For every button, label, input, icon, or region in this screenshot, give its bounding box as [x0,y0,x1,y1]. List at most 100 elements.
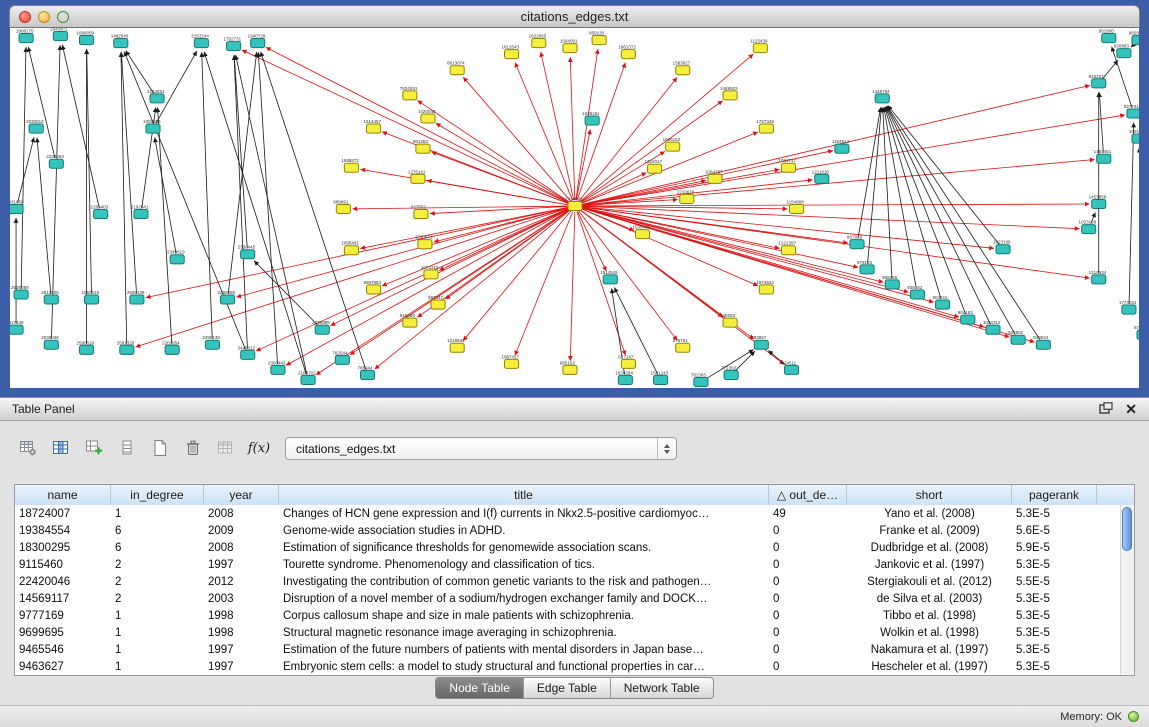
combo-arrows-icon[interactable] [657,438,676,459]
network-node[interactable]: 1950518 [82,290,100,304]
table-row[interactable]: 1456911722003Disruption of a novel membe… [15,590,1120,607]
network-node[interactable]: 2535026 [41,335,59,349]
tab-edge-table[interactable]: Edge Table [524,678,611,698]
network-node[interactable]: 2505139 [127,290,145,304]
network-node[interactable]: 1664091 [560,39,578,53]
network-node[interactable]: 1581243 [651,370,669,384]
network-node[interactable]: 924502 [1008,330,1025,344]
delete-icon[interactable] [181,436,205,460]
table-row[interactable]: 1872400712008Changes of HCN gene express… [15,505,1120,522]
network-node[interactable]: 1453958 [1089,194,1107,208]
network-graph[interactable]: 1724093115480812213971974543745083875751… [10,28,1139,388]
network-node[interactable]: 1091747 [778,158,796,172]
network-node[interactable]: 1067427 [501,354,519,368]
network-node[interactable]: 677147 [618,354,635,368]
network-node[interactable]: 1961372 [618,45,636,59]
table-row[interactable]: 911546021997Tourette syndrome. Phenomeno… [15,556,1120,573]
network-node[interactable]: 2417448 [10,320,24,334]
network-node[interactable]: 989691 [333,199,350,213]
scrollbar-thumb[interactable] [1122,507,1132,551]
table-row[interactable]: 2242004622012Investigating the contribut… [15,573,1120,590]
network-node[interactable]: 781363 [691,372,708,386]
new-column-icon[interactable] [82,436,106,460]
network-node[interactable]: 1724093 [565,196,583,210]
column-header-title[interactable]: title [279,485,769,505]
network-node[interactable]: 2262691 [147,89,165,103]
network-node[interactable]: 2590518 [76,340,94,354]
network-node[interactable]: 2043871 [50,28,68,41]
network-node[interactable]: 1489503 [720,86,738,100]
network-node[interactable]: 2030512 [26,119,44,133]
network-node[interactable]: 2265403 [91,205,109,219]
network-node[interactable]: 1931056 [10,199,24,213]
network-node[interactable]: 2260659 [217,290,235,304]
column-header-out_de[interactable]: △ out_de… [769,485,847,505]
network-node[interactable]: 1004312 [983,320,1001,334]
network-node[interactable]: 1797349 [756,119,774,133]
network-node[interactable]: 1535445 [632,225,650,239]
network-node[interactable]: 677354 [1134,325,1139,339]
network-node[interactable]: 1230671 [415,235,433,249]
network-node[interactable]: 1638294 [615,370,633,384]
network-node[interactable]: 1275141 [408,169,426,183]
network-node[interactable]: 745083 [720,313,737,327]
network-node[interactable]: 875751 [673,338,690,352]
close-window-button[interactable] [19,11,31,23]
network-node[interactable]: 1639191 [582,111,600,125]
zoom-window-button[interactable] [57,11,69,23]
network-node[interactable]: 1622065 [529,34,547,48]
network-node[interactable]: 2230653 [46,154,64,168]
network-node[interactable]: 927741 [1124,104,1139,118]
network-node[interactable]: 1453451 [1094,149,1112,163]
table-row[interactable]: 1830029562008Estimation of significance … [15,539,1120,556]
show-columns-icon[interactable] [49,436,73,460]
network-node[interactable]: 1154808 [787,199,805,213]
network-node[interactable]: 1125439 [750,39,768,53]
network-node[interactable]: 1774031 [1119,300,1137,314]
table-row[interactable]: 946362711997Embryonic stem cells: a mode… [15,658,1120,675]
table-row[interactable]: 946554611997Estimation of the future num… [15,641,1120,658]
network-node[interactable]: 1073315 [421,265,439,279]
network-node[interactable]: 2501326 [117,340,135,354]
network-node[interactable]: 2349519 [167,250,185,264]
table-row[interactable]: 977716911998Corpus callosum shape and si… [15,607,1120,624]
table-row[interactable]: 1938455462009Genome-wide association stu… [15,522,1120,539]
network-node[interactable]: 1514457 [364,119,382,133]
table-selector-combo[interactable]: citations_edges.txt [285,437,677,460]
import-table-icon[interactable] [214,436,238,460]
network-node[interactable]: 939024 [1033,335,1050,349]
minimize-window-button[interactable] [38,11,50,23]
network-node[interactable]: 765944 [357,365,374,379]
column-header-pagerank[interactable]: pagerank [1012,485,1097,505]
network-node[interactable]: 2192541 [131,205,149,219]
network-node[interactable]: 2238995 [312,320,330,334]
network-node[interactable]: 969325 [1129,31,1139,45]
network-node[interactable]: 762544 [332,350,349,364]
network-node[interactable]: 2186702 [298,370,316,384]
network-node[interactable]: 2526089 [11,285,29,299]
column-header-name[interactable]: name [15,485,111,505]
function-builder-icon[interactable]: f(x) [247,436,271,460]
network-node[interactable]: 1211816 [812,169,830,183]
network-node[interactable]: 1752731 [224,37,242,51]
column-header-short[interactable]: short [847,485,1012,505]
tab-network-table[interactable]: Network Table [611,678,713,698]
close-panel-icon[interactable]: ✕ [1125,402,1137,416]
network-node[interactable]: 2612905 [41,290,59,304]
network-node[interactable]: 1023158 [1079,220,1097,234]
network-node[interactable]: 1695872 [341,158,359,172]
network-node[interactable]: 930893 [1114,44,1131,58]
network-node[interactable]: 981363 [413,139,430,153]
network-node[interactable]: 915469 [400,313,417,327]
network-node[interactable]: 1091243 [1129,129,1139,143]
network-node[interactable]: 997847 [428,295,445,309]
network-node[interactable]: 1322017 [644,159,662,173]
float-panel-icon[interactable] [1099,402,1113,417]
network-node[interactable]: 1974543 [756,280,774,294]
network-node[interactable]: 988255 [882,275,899,289]
network-node[interactable]: 1914545 [600,270,618,284]
network-node[interactable]: 1004787 [705,169,723,183]
table-row[interactable]: 969969511998Structural magnetic resonanc… [15,624,1120,641]
network-node[interactable]: 1448794 [872,89,890,103]
network-node[interactable]: 685162 [560,360,577,374]
